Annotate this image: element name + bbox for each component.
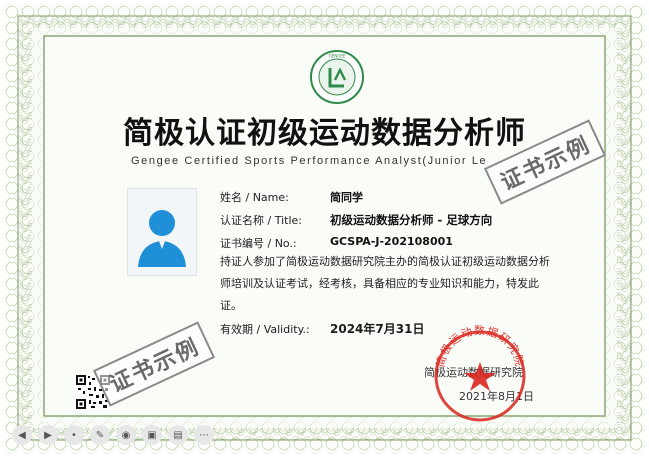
screen-icon[interactable]: ▤ <box>168 425 188 445</box>
validity-row: 有效期 / Validity.: 2024年7月31日 <box>220 321 424 337</box>
title-row: 认证名称 / Title: 初级运动数据分析师 - 足球方向 <box>220 212 492 228</box>
svg-text:简极运动数据研究院: 简极运动数据研究院 <box>433 324 527 368</box>
viewer-toolbar: ◀ ▶ • ✎ ◉ ▣ ▤ ⋯ <box>12 425 214 445</box>
number-row: 证书编号 / No.: GCSPA-J-202108001 <box>220 235 453 251</box>
title-value: 初级运动数据分析师 - 足球方向 <box>330 213 493 227</box>
academy-logo: GENGEE <box>310 50 364 104</box>
more-icon[interactable]: ⋯ <box>194 425 214 445</box>
title-label: 认证名称 / Title: <box>220 214 302 227</box>
camera-icon[interactable]: ▣ <box>142 425 162 445</box>
prev-icon[interactable]: ◀ <box>12 425 32 445</box>
svg-text:GENGEE: GENGEE <box>329 54 346 59</box>
validity-value: 2024年7月31日 <box>330 322 425 336</box>
record-icon[interactable]: ◉ <box>116 425 136 445</box>
pen-icon[interactable]: ✎ <box>90 425 110 445</box>
play-icon[interactable]: ▶ <box>38 425 58 445</box>
name-label: 姓名 / Name: <box>220 191 289 204</box>
avatar-icon <box>138 210 186 267</box>
certificate: GENGEE 简极认证初级运动数据分析师 Gengee Certified Sp… <box>4 4 645 454</box>
holder-photo <box>127 188 197 276</box>
number-value: GCSPA-J-202108001 <box>330 235 453 248</box>
number-label: 证书编号 / No.: <box>220 237 297 250</box>
name-row: 姓名 / Name: 简同学 <box>220 189 363 205</box>
name-value: 简同学 <box>330 191 363 204</box>
validity-label: 有效期 / Validity.: <box>220 323 310 336</box>
official-seal: 简极运动数据研究院 <box>433 324 527 422</box>
certificate-statement: 持证人参加了简极运动数据研究院主办的简极认证初级运动数据分析师培训及认证考试，经… <box>220 255 550 312</box>
next-icon[interactable]: • <box>64 425 84 445</box>
